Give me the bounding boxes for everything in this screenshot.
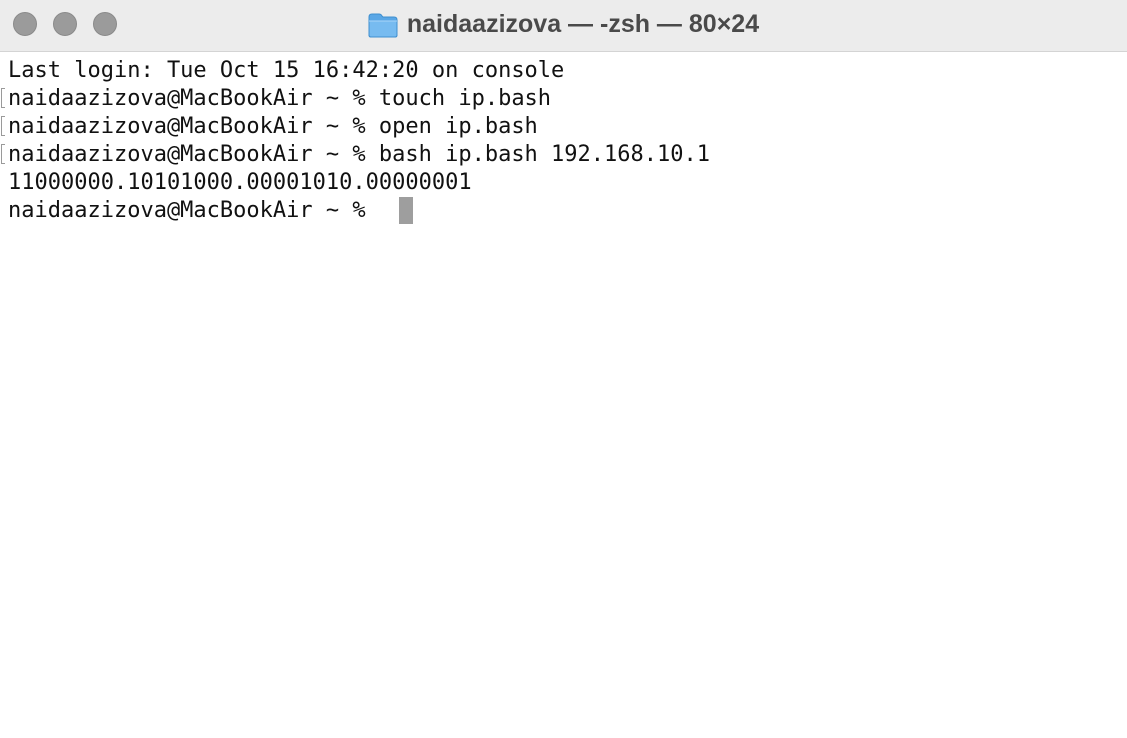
prompt-mark-icon xyxy=(1,116,5,136)
text-cursor xyxy=(399,197,413,224)
window-title-area: naidaazizova — -zsh — 80×24 xyxy=(0,0,1127,48)
terminal-line: naidaazizova@MacBookAir ~ % bash ip.bash… xyxy=(8,142,710,167)
prompt-mark-icon xyxy=(1,144,5,164)
window-title: naidaazizova — -zsh — 80×24 xyxy=(406,9,760,38)
prompt-mark-icon xyxy=(1,88,5,108)
terminal-line: 11000000.10101000.00001010.00000001 xyxy=(8,170,472,195)
terminal-line: naidaazizova@MacBookAir ~ % open ip.bash xyxy=(8,114,538,139)
terminal-line: naidaazizova@MacBookAir ~ % xyxy=(8,198,379,223)
terminal-window: naidaazizova — -zsh — 80×24 Last login: … xyxy=(0,0,1127,738)
title-bar[interactable]: naidaazizova — -zsh — 80×24 xyxy=(0,0,1127,52)
folder-icon xyxy=(368,13,398,38)
terminal-line: Last login: Tue Oct 15 16:42:20 on conso… xyxy=(8,58,565,83)
terminal-line: naidaazizova@MacBookAir ~ % touch ip.bas… xyxy=(8,86,552,111)
terminal-output[interactable]: Last login: Tue Oct 15 16:42:20 on conso… xyxy=(0,55,1127,738)
